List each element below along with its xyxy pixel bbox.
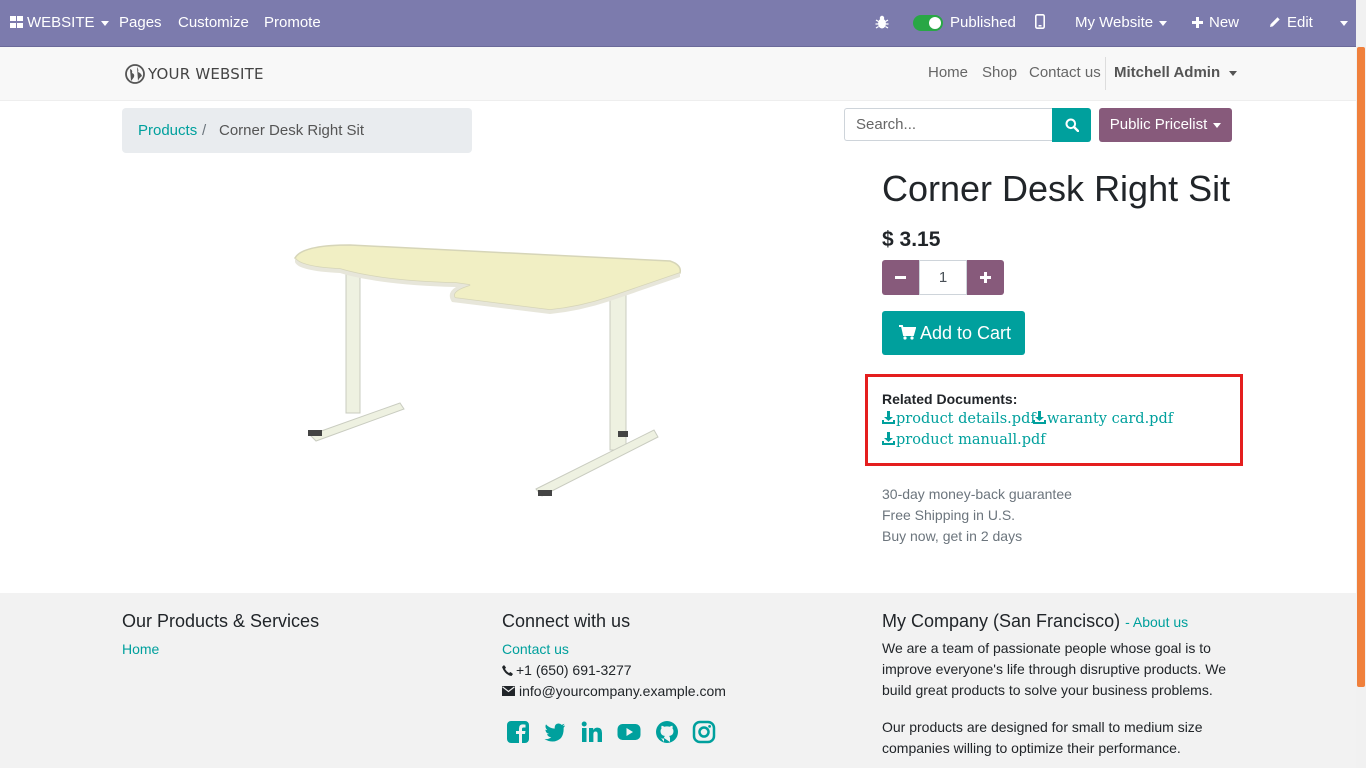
phone-number: +1 (650) 691-3277 (516, 662, 632, 678)
minus-icon (895, 276, 906, 279)
quantity-increase-button[interactable] (967, 260, 1004, 295)
my-website-menu[interactable]: My Website (1075, 0, 1168, 46)
search-icon (1065, 118, 1079, 132)
footer-home-link[interactable]: Home (122, 641, 159, 657)
envelope-icon (502, 686, 515, 696)
breadcrumb-products[interactable]: Products (138, 122, 197, 139)
footer-connect-heading: Connect with us (502, 611, 631, 631)
email-address: info@yourcompany.example.com (519, 683, 726, 699)
user-menu[interactable]: Mitchell Admin (1114, 64, 1238, 81)
my-website-label: My Website (1075, 14, 1154, 31)
guarantee-line: 30-day money-back guarantee (882, 486, 1072, 502)
scrollbar-thumb[interactable] (1357, 47, 1365, 687)
quantity-input[interactable] (919, 260, 967, 295)
pages-menu[interactable]: Pages (119, 0, 162, 46)
user-name: Mitchell Admin (1114, 64, 1221, 81)
nav-contact-us[interactable]: Contact us (1029, 64, 1101, 81)
page-scrollbar[interactable] (1356, 0, 1366, 768)
mobile-preview-button[interactable] (1035, 0, 1045, 46)
new-label: New (1209, 14, 1240, 31)
product-title: Corner Desk Right Sit (882, 168, 1231, 209)
edit-button[interactable]: Edit (1269, 0, 1313, 46)
website-menu[interactable]: WEBSITE (10, 0, 109, 46)
more-menu[interactable] (1334, 0, 1348, 46)
document-name: product details.pdf (896, 411, 1036, 427)
footer-company-heading: My Company (San Francisco) - About us (882, 611, 1189, 631)
website-admin-bar: WEBSITE Pages Customize Promote Publishe… (0, 0, 1356, 47)
nav-shop[interactable]: Shop (982, 64, 1017, 81)
document-name: product manuall.pdf (896, 432, 1046, 448)
caret-down-icon (1229, 70, 1238, 76)
caret-down-icon (100, 20, 109, 26)
add-to-cart-label: Add to Cart (920, 323, 1012, 343)
nav-divider (1105, 57, 1106, 90)
download-icon (882, 432, 895, 445)
twitter-icon[interactable] (543, 720, 567, 744)
breadcrumb-current: Corner Desk Right Sit (219, 122, 365, 139)
footer-email: info@yourcompany.example.com (502, 683, 726, 699)
search-input[interactable] (844, 108, 1052, 141)
mobile-icon (1035, 14, 1045, 29)
related-documents-heading: Related Documents: (882, 391, 1018, 407)
shipping-line: Free Shipping in U.S. (882, 507, 1016, 523)
edit-label: Edit (1287, 14, 1313, 31)
globe-icon (125, 64, 145, 84)
footer-products-heading: Our Products & Services (122, 611, 320, 631)
document-link-waranty-card[interactable]: waranty card.pdf (1033, 411, 1173, 427)
caret-down-icon (1340, 20, 1348, 26)
caret-down-icon (1159, 20, 1168, 26)
phone-icon (502, 665, 513, 676)
youtube-icon[interactable] (617, 720, 641, 744)
footer-phone: +1 (650) 691-3277 (502, 662, 632, 678)
plus-icon-vertical (984, 272, 987, 283)
pricelist-label: Public Pricelist (1109, 116, 1208, 133)
promote-menu[interactable]: Promote (264, 0, 321, 46)
bug-icon (875, 15, 889, 29)
github-icon[interactable] (655, 720, 679, 744)
published-label[interactable]: Published (950, 0, 1016, 46)
quantity-decrease-button[interactable] (882, 260, 919, 295)
plus-icon (1192, 17, 1203, 28)
document-name: waranty card.pdf (1047, 411, 1174, 427)
download-icon (1033, 411, 1046, 424)
logo-text: YOUR WEBSITE (148, 65, 264, 83)
pricelist-dropdown[interactable]: Public Pricelist (1099, 108, 1232, 142)
pencil-icon (1270, 17, 1280, 27)
add-to-cart-button[interactable]: Add to Cart (882, 311, 1025, 355)
about-us-link[interactable]: About us (1133, 614, 1188, 630)
product-price: $ 3.15 (882, 228, 941, 251)
related-documents-box: Related Documents: product details.pdf w… (865, 374, 1243, 466)
document-link-product-manual[interactable]: product manuall.pdf (882, 432, 1046, 448)
product-image (294, 244, 682, 497)
caret-down-icon (1213, 122, 1222, 128)
footer-contact-link[interactable]: Contact us (502, 641, 569, 657)
facebook-icon[interactable] (506, 720, 530, 744)
apps-grid-icon (10, 16, 23, 28)
document-link-product-details[interactable]: product details.pdf (882, 411, 1036, 427)
linkedin-icon[interactable] (580, 720, 604, 744)
search-button[interactable] (1052, 108, 1091, 142)
customize-menu[interactable]: Customize (178, 0, 249, 46)
publish-toggle[interactable] (913, 15, 943, 31)
website-menu-label: WEBSITE (27, 14, 95, 31)
company-products-text: Our products are designed for small to m… (882, 719, 1203, 756)
site-logo[interactable]: YOUR WEBSITE (125, 63, 264, 85)
delivery-line: Buy now, get in 2 days (882, 528, 1023, 544)
company-description: We are a team of passionate people whose… (882, 640, 1227, 698)
new-button[interactable]: New (1192, 0, 1239, 46)
instagram-icon[interactable] (692, 720, 716, 744)
shopping-cart-icon (899, 325, 916, 340)
debug-button[interactable] (875, 0, 889, 46)
company-name: My Company (San Francisco) (882, 611, 1121, 631)
toggle-knob (929, 17, 941, 29)
download-icon (882, 411, 895, 424)
site-header: YOUR WEBSITE Home Shop Contact us Mitche… (0, 47, 1356, 101)
breadcrumb-separator: / (202, 122, 207, 139)
breadcrumb: Products / Corner Desk Right Sit (122, 108, 472, 153)
nav-home[interactable]: Home (928, 64, 968, 81)
